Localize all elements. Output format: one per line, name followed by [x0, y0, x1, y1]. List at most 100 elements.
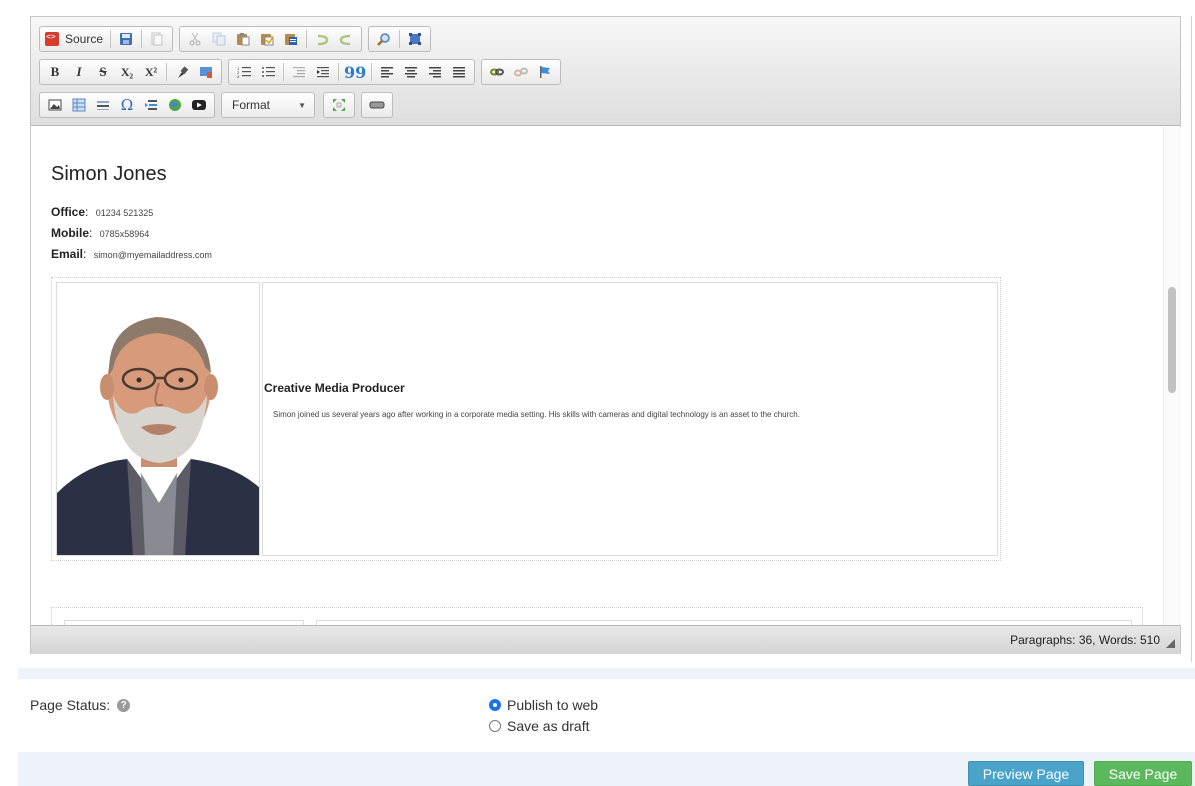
align-right-icon [429, 67, 442, 78]
align-left-button[interactable] [377, 62, 397, 82]
unlink-icon [514, 67, 529, 77]
page-break-icon [145, 100, 157, 110]
photo-cell [56, 282, 260, 556]
office-label: Office [51, 205, 86, 219]
editing-group [368, 26, 432, 52]
outdent-button[interactable] [289, 62, 309, 82]
paste-text-button[interactable] [257, 29, 277, 49]
show-blocks-icon [369, 101, 385, 109]
page-break-button[interactable] [141, 95, 161, 115]
copy-format-button[interactable] [196, 62, 216, 82]
link-button[interactable] [487, 62, 507, 82]
indent-icon [317, 67, 329, 78]
unlink-button[interactable] [511, 62, 531, 82]
paste-word-icon [285, 34, 298, 45]
toolbar-separator [141, 30, 143, 48]
source-label: Source [65, 32, 104, 46]
email-line: Email: simon@myemailaddress.com [51, 247, 212, 261]
superscript-button[interactable]: X² [141, 62, 161, 82]
youtube-button[interactable] [189, 95, 209, 115]
preview-page-button[interactable]: Preview Page [968, 761, 1084, 786]
show-blocks-button[interactable] [367, 95, 387, 115]
anchor-icon [540, 66, 551, 78]
second-profile-table [51, 607, 1143, 625]
cut-button[interactable] [185, 29, 205, 49]
publish-to-web-option[interactable]: Publish to web [489, 697, 598, 713]
align-right-button[interactable] [425, 62, 445, 82]
draft-radio[interactable] [489, 720, 501, 732]
numbered-list-button[interactable]: 123 [234, 62, 254, 82]
paste-icon [237, 33, 250, 46]
outdent-icon [293, 67, 305, 78]
special-char-button[interactable]: Ω [117, 95, 137, 115]
links-group [481, 59, 562, 85]
toolbar-row-2: B I S X₂ X² 123 99 [39, 58, 567, 86]
profile-photo [57, 283, 259, 555]
align-left-icon [381, 67, 394, 78]
person-name: Simon Jones [51, 163, 167, 185]
subscript-icon: X₂ [120, 64, 134, 79]
copy-button[interactable] [209, 29, 229, 49]
cut-icon [189, 32, 201, 46]
scrollbar-thumb[interactable] [1168, 287, 1176, 393]
email-value: simon@myemailaddress.com [93, 250, 212, 260]
maximize-button[interactable] [329, 95, 349, 115]
new-page-icon [151, 32, 163, 46]
bold-button[interactable]: B [45, 62, 65, 82]
copy-format-icon [200, 67, 212, 78]
save-doc-button[interactable] [116, 29, 136, 49]
select-all-button[interactable] [405, 29, 425, 49]
subscript-button[interactable]: X₂ [117, 62, 137, 82]
page-status-label: Page Status: ? [30, 697, 131, 713]
align-center-icon [405, 67, 418, 78]
new-page-button[interactable] [147, 29, 167, 49]
italic-button[interactable]: I [69, 62, 89, 82]
editor-content-area[interactable]: Simon Jones Office: 01234 521325 Mobile:… [31, 127, 1163, 625]
email-label: Email [51, 247, 84, 261]
toolbar-separator [338, 63, 339, 81]
profile-table: Creative Media Producer Simon joined us … [51, 277, 1001, 561]
toolbar-separator [110, 30, 112, 48]
save-icon [120, 33, 133, 45]
paste-text-icon [261, 34, 274, 46]
remove-format-button[interactable] [172, 62, 192, 82]
toolbar-separator [399, 30, 401, 48]
format-dropdown[interactable]: Format ▼ [221, 92, 315, 118]
anchor-button[interactable] [535, 62, 555, 82]
paragraph-group: 123 99 [228, 59, 476, 85]
toolbar-separator [306, 30, 308, 48]
find-button[interactable] [374, 29, 394, 49]
office-value: 01234 521325 [95, 208, 154, 218]
strikethrough-button[interactable]: S [93, 62, 113, 82]
tools-group [323, 92, 355, 118]
editor-scrollbar[interactable] [1163, 127, 1181, 625]
maximize-icon [333, 99, 345, 111]
source-button[interactable]: Source [45, 29, 105, 49]
paste-word-button[interactable] [281, 29, 301, 49]
toolbar-row-3: Ω Format ▼ [39, 91, 399, 119]
role-description: Simon joined us several years ago after … [273, 410, 800, 419]
align-center-button[interactable] [401, 62, 421, 82]
publish-radio[interactable] [489, 699, 501, 711]
youtube-icon [192, 100, 206, 110]
bulleted-list-button[interactable] [258, 62, 278, 82]
resize-grip-icon[interactable] [1166, 639, 1175, 648]
indent-button[interactable] [313, 62, 333, 82]
horizontal-rule-button[interactable] [93, 95, 113, 115]
table-button[interactable] [69, 95, 89, 115]
save-as-draft-option[interactable]: Save as draft [489, 718, 590, 734]
iframe-icon [169, 99, 181, 111]
iframe-button[interactable] [165, 95, 185, 115]
blockquote-button[interactable]: 99 [344, 62, 366, 82]
save-page-button[interactable]: Save Page [1094, 761, 1192, 786]
toolbar-row-1: Source [39, 25, 437, 53]
help-icon[interactable]: ? [117, 698, 131, 712]
image-button[interactable] [45, 95, 65, 115]
undo-button[interactable] [312, 29, 332, 49]
paste-button[interactable] [233, 29, 253, 49]
chevron-down-icon: ▼ [298, 100, 306, 110]
justify-button[interactable] [449, 62, 469, 82]
redo-button[interactable] [336, 29, 356, 49]
page-status-text: Page Status: [30, 697, 111, 713]
superscript-icon: X² [144, 64, 158, 79]
